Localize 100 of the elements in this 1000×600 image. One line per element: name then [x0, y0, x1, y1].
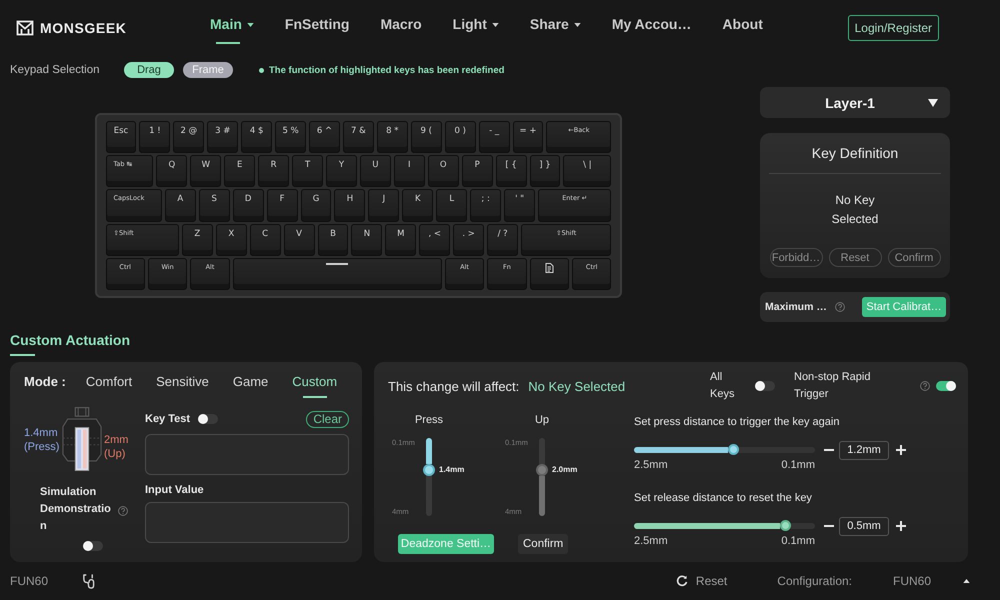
keycap[interactable]: Q	[156, 155, 188, 188]
keycap[interactable]: V	[284, 224, 315, 256]
keycap[interactable]: I	[394, 155, 425, 188]
keycap[interactable]: H	[334, 189, 366, 222]
press-depth-value: 1.4mm	[24, 426, 58, 440]
keycap[interactable]: . >	[453, 224, 484, 256]
keycap[interactable]: 2 @	[173, 121, 204, 154]
nav-tab[interactable]: Macro	[380, 12, 422, 44]
toggle-switch[interactable]	[936, 381, 956, 391]
keycap[interactable]: 9 (	[410, 121, 442, 154]
slider-track[interactable]	[634, 523, 815, 529]
mode-tab[interactable]: Game	[232, 374, 268, 398]
keycap[interactable]: - _	[478, 121, 510, 154]
clear-button[interactable]: Clear	[306, 410, 349, 428]
keycap[interactable]: = +	[512, 121, 544, 154]
confirm-button[interactable]: Confirm	[518, 534, 568, 554]
mode-label: Mode :	[24, 374, 66, 390]
keycap[interactable]: \ |	[563, 155, 612, 188]
key-test-label: Key Test	[145, 413, 190, 425]
slider-track[interactable]	[634, 447, 815, 453]
keycap[interactable]: J	[368, 189, 400, 222]
help-icon[interactable]	[834, 302, 845, 312]
keycap[interactable]: / ?	[487, 224, 518, 256]
keycap[interactable]: A	[164, 189, 196, 222]
keycap[interactable]: 4 $	[241, 121, 272, 154]
keycap[interactable]: X	[216, 224, 247, 256]
keycap[interactable]: M	[385, 224, 416, 256]
keycap[interactable]: O	[428, 155, 459, 188]
caret-icon	[928, 98, 938, 106]
status-dot-icon	[259, 68, 264, 72]
keycap[interactable]: 6 ^	[309, 121, 340, 154]
all-keys-label: All Keys	[710, 370, 736, 402]
keycap[interactable]: B	[318, 224, 348, 256]
keycap[interactable]: C	[250, 224, 281, 256]
mode-tab[interactable]: Comfort	[86, 374, 132, 398]
nav-tab[interactable]: About	[722, 12, 763, 44]
keycap[interactable]: Y	[326, 155, 357, 188]
keycap[interactable]: R	[258, 155, 290, 188]
keycap[interactable]: 5 %	[275, 121, 306, 154]
keycap[interactable]: 7 &	[342, 121, 374, 154]
input-value-field[interactable]	[145, 502, 349, 543]
value-field[interactable]: 0.5mm	[839, 516, 889, 536]
keycap[interactable]: 8 *	[376, 121, 408, 154]
nav-tab[interactable]: FnSetting	[284, 12, 350, 44]
slider-reading: 1.4mm	[439, 464, 464, 476]
mode-tab[interactable]: Custom	[292, 374, 338, 398]
slider-handle[interactable]	[423, 464, 435, 476]
keycap[interactable]: Z	[182, 224, 213, 256]
keypad-option[interactable]: Drag	[124, 62, 174, 78]
nav-tab[interactable]: Share	[530, 12, 581, 44]
keycap[interactable]: K	[402, 189, 434, 222]
plus-icon[interactable]	[896, 521, 906, 531]
value-field[interactable]: 1.2mm	[839, 440, 889, 460]
cable-icon	[82, 574, 96, 588]
keycap[interactable]: G	[300, 189, 332, 222]
key-action-button[interactable]: Confirm	[888, 248, 940, 267]
keycap[interactable]: 0 )	[444, 121, 476, 154]
keycap[interactable]: N	[351, 224, 382, 256]
toggle-switch[interactable]	[83, 541, 103, 551]
scale-label: 2.5mm	[634, 535, 668, 548]
keycap[interactable]: 3 #	[207, 121, 238, 154]
help-icon[interactable]	[920, 381, 930, 391]
keycap[interactable]: T	[292, 155, 323, 188]
key-action-button[interactable]: Reset	[828, 248, 882, 267]
slider-handle[interactable]	[728, 444, 739, 455]
keycap[interactable]: Esc	[106, 121, 136, 154]
keycap[interactable]: ' "	[504, 189, 536, 222]
key-test-field[interactable]	[145, 434, 349, 475]
panel-title: Key Definition	[812, 144, 898, 162]
keycap[interactable]: U	[360, 155, 391, 188]
nav-tab[interactable]: Main	[210, 12, 254, 44]
plus-icon[interactable]	[896, 445, 906, 455]
login-button[interactable]: Login/Register	[848, 15, 939, 41]
mode-tab[interactable]: Sensitive	[156, 374, 209, 398]
keycap[interactable]: W	[190, 155, 222, 188]
layer-dropdown[interactable]: Layer-1	[760, 87, 950, 118]
keycap[interactable]: D	[232, 189, 264, 222]
reset-button[interactable]: Reset	[676, 574, 728, 588]
logo-wordmark: MONSGEEK	[40, 20, 126, 36]
configuration-dropdown[interactable]: FUN60	[893, 574, 970, 588]
keycap[interactable]: F	[266, 189, 298, 222]
key-action-button[interactable]: Forbidd…	[770, 248, 822, 267]
keycap[interactable]: , <	[419, 224, 450, 256]
keycap[interactable]: [ {	[496, 155, 527, 188]
keycap[interactable]: E	[224, 155, 256, 188]
nav-tab[interactable]: My Accou…	[612, 12, 692, 44]
slider-handle[interactable]	[780, 520, 792, 531]
slider-handle[interactable]	[536, 464, 548, 476]
keycap[interactable]: 1 !	[139, 121, 170, 154]
keycap[interactable]: L	[436, 189, 468, 222]
help-icon[interactable]	[118, 506, 128, 516]
keycap[interactable]: S	[198, 189, 230, 222]
toggle-switch[interactable]	[198, 414, 218, 424]
nav-tab[interactable]: Light	[452, 12, 499, 44]
keycap[interactable]: P	[462, 155, 493, 188]
slider-reading: 2.0mm	[552, 464, 578, 476]
keycap[interactable]: ] }	[530, 155, 560, 188]
keycap[interactable]: ; :	[470, 189, 502, 222]
toggle-switch[interactable]	[755, 381, 775, 391]
keycap[interactable]	[530, 258, 570, 290]
